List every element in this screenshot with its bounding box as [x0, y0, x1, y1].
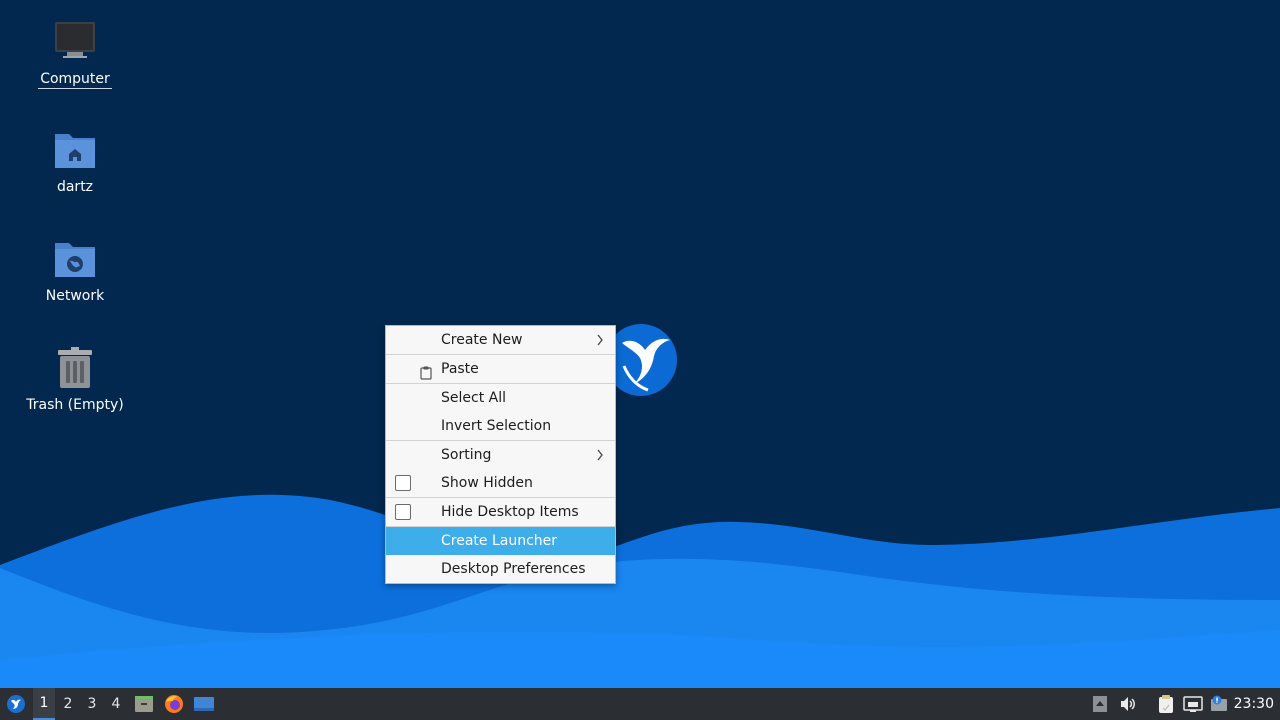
desktop-icon-label: Computer	[38, 71, 112, 89]
volume-button[interactable]	[1118, 688, 1138, 720]
lubuntu-menu-icon	[7, 695, 25, 713]
clipboard-icon	[419, 362, 433, 380]
desktop-icon-trash[interactable]: Trash (Empty)	[20, 346, 130, 414]
menu-item-invert-selection[interactable]: Invert Selection	[386, 412, 615, 440]
chevron-right-icon	[595, 326, 605, 354]
update-notifier-button[interactable]	[1208, 688, 1230, 720]
workspace-label: 1	[39, 695, 49, 711]
update-notifier-icon	[1211, 695, 1227, 711]
menu-item-select-all[interactable]: Select All	[386, 384, 615, 412]
menu-item-label: Create Launcher	[441, 533, 558, 549]
start-menu-button[interactable]	[4, 688, 28, 720]
menu-item-hide-desktop-items[interactable]: Hide Desktop Items	[386, 498, 615, 526]
file-manager-icon	[135, 696, 153, 712]
menu-item-label: Desktop Preferences	[441, 561, 586, 577]
desktop-wallpaper[interactable]	[0, 0, 1280, 688]
show-desktop-icon	[194, 697, 214, 711]
desktop-icon-label: Network	[45, 288, 105, 304]
menu-item-sorting[interactable]: Sorting	[386, 441, 615, 469]
trash-icon	[53, 346, 97, 390]
firefox-icon	[165, 695, 183, 713]
menu-item-create-launcher[interactable]: Create Launcher	[386, 527, 615, 555]
file-manager-launcher[interactable]	[133, 688, 155, 720]
menu-item-label: Hide Desktop Items	[441, 504, 579, 520]
workspace-4[interactable]: 4	[105, 688, 127, 720]
show-hidden-checkbox[interactable]	[395, 475, 411, 491]
show-desktop-button[interactable]	[192, 688, 216, 720]
firefox-launcher[interactable]	[163, 688, 185, 720]
clipboard-manager-icon	[1159, 695, 1173, 713]
hide-desktop-items-checkbox[interactable]	[395, 504, 411, 520]
network-folder-icon	[53, 237, 97, 281]
network-status-icon	[1183, 696, 1203, 712]
desktop-context-menu: Create New Paste Select All Invert Selec…	[385, 325, 616, 584]
desktop-icon-label: dartz	[56, 179, 94, 195]
workspace-label: 4	[111, 696, 121, 712]
taskbar: 1 2 3 4 23:30	[0, 688, 1280, 720]
home-folder-icon	[53, 128, 97, 172]
menu-item-desktop-preferences[interactable]: Desktop Preferences	[386, 555, 615, 583]
workspace-2[interactable]: 2	[57, 688, 79, 720]
workspace-1[interactable]: 1	[33, 688, 55, 720]
computer-icon	[53, 20, 97, 64]
menu-item-paste[interactable]: Paste	[386, 355, 615, 383]
desktop-icon-label: Trash (Empty)	[26, 397, 124, 413]
taskbar-clock[interactable]: 23:30	[1234, 688, 1274, 720]
menu-item-label: Select All	[441, 390, 506, 406]
workspace-3[interactable]: 3	[81, 688, 103, 720]
network-status-button[interactable]	[1182, 688, 1204, 720]
workspace-label: 3	[87, 696, 97, 712]
chevron-right-icon	[595, 441, 605, 469]
workspace-label: 2	[63, 696, 73, 712]
menu-item-show-hidden[interactable]: Show Hidden	[386, 469, 615, 497]
menu-item-label: Paste	[441, 361, 479, 377]
desktop-icon-dartz[interactable]: dartz	[20, 128, 130, 196]
menu-item-label: Sorting	[441, 447, 492, 463]
menu-item-label: Show Hidden	[441, 475, 533, 491]
menu-item-create-new[interactable]: Create New	[386, 326, 615, 354]
desktop-icon-network[interactable]: Network	[20, 237, 130, 305]
clipboard-manager-button[interactable]	[1155, 688, 1177, 720]
volume-icon	[1121, 697, 1135, 711]
menu-item-label: Invert Selection	[441, 418, 552, 434]
tray-expand-icon	[1093, 696, 1107, 712]
desktop-icon-computer[interactable]: Computer	[20, 20, 130, 89]
menu-item-label: Create New	[441, 332, 523, 348]
tray-expand-button[interactable]	[1090, 688, 1110, 720]
